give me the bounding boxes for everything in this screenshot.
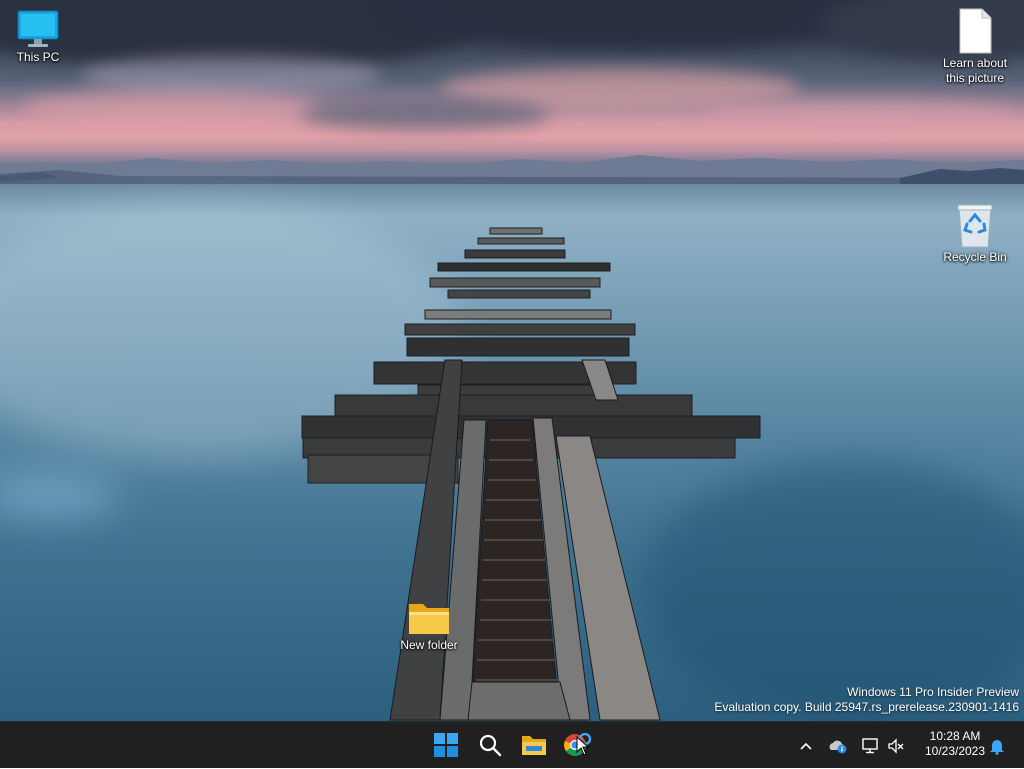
windows-logo-icon bbox=[434, 733, 458, 757]
mouse-cursor-icon bbox=[576, 736, 590, 756]
notification-bell-icon bbox=[990, 739, 1004, 755]
desktop-icon-label: This PC bbox=[16, 50, 60, 64]
watermark-edition: Windows 11 Pro Insider Preview bbox=[847, 685, 1019, 699]
chevron-up-icon bbox=[800, 742, 812, 750]
file-explorer-button[interactable] bbox=[515, 726, 553, 764]
volume-muted-icon bbox=[888, 737, 904, 754]
desktop-icon-new-folder[interactable]: New folder bbox=[391, 600, 467, 653]
recycle-bin-icon bbox=[957, 204, 993, 248]
desktop-icon-label: New folder bbox=[400, 638, 458, 652]
desktop-wallpaper bbox=[0, 0, 1024, 721]
volume-tray-button[interactable] bbox=[884, 722, 908, 769]
taskbar: 10:28 AM 10/23/2023 bbox=[0, 721, 1024, 768]
start-button[interactable] bbox=[427, 726, 465, 764]
desktop-icon-label: Recycle Bin bbox=[943, 250, 1007, 264]
search-button[interactable] bbox=[471, 726, 509, 764]
search-icon bbox=[479, 734, 502, 757]
computer-monitor-icon bbox=[17, 10, 59, 47]
network-icon bbox=[862, 737, 878, 753]
evaluation-watermark: Windows 11 Pro Insider Preview Evaluatio… bbox=[714, 685, 1019, 715]
desktop-icon-this-pc[interactable]: This PC bbox=[0, 8, 76, 65]
desktop-icon-label: Learn about this picture bbox=[942, 56, 1008, 85]
document-icon bbox=[959, 8, 992, 54]
show-hidden-icons-button[interactable] bbox=[796, 722, 816, 769]
network-tray-button[interactable] bbox=[858, 722, 882, 769]
wooden-pier bbox=[301, 227, 761, 721]
desktop-icon-recycle-bin[interactable]: Recycle Bin bbox=[937, 204, 1013, 265]
watermark-build: Evaluation copy. Build 25947.rs_prerelea… bbox=[714, 700, 1019, 714]
folder-icon bbox=[522, 736, 546, 755]
folder-icon bbox=[409, 604, 449, 634]
desktop-icon-learn-about-picture[interactable]: Learn about this picture bbox=[937, 8, 1013, 86]
onedrive-tray-button[interactable] bbox=[826, 722, 850, 769]
notifications-button[interactable] bbox=[986, 722, 1008, 769]
onedrive-icon bbox=[829, 740, 847, 753]
